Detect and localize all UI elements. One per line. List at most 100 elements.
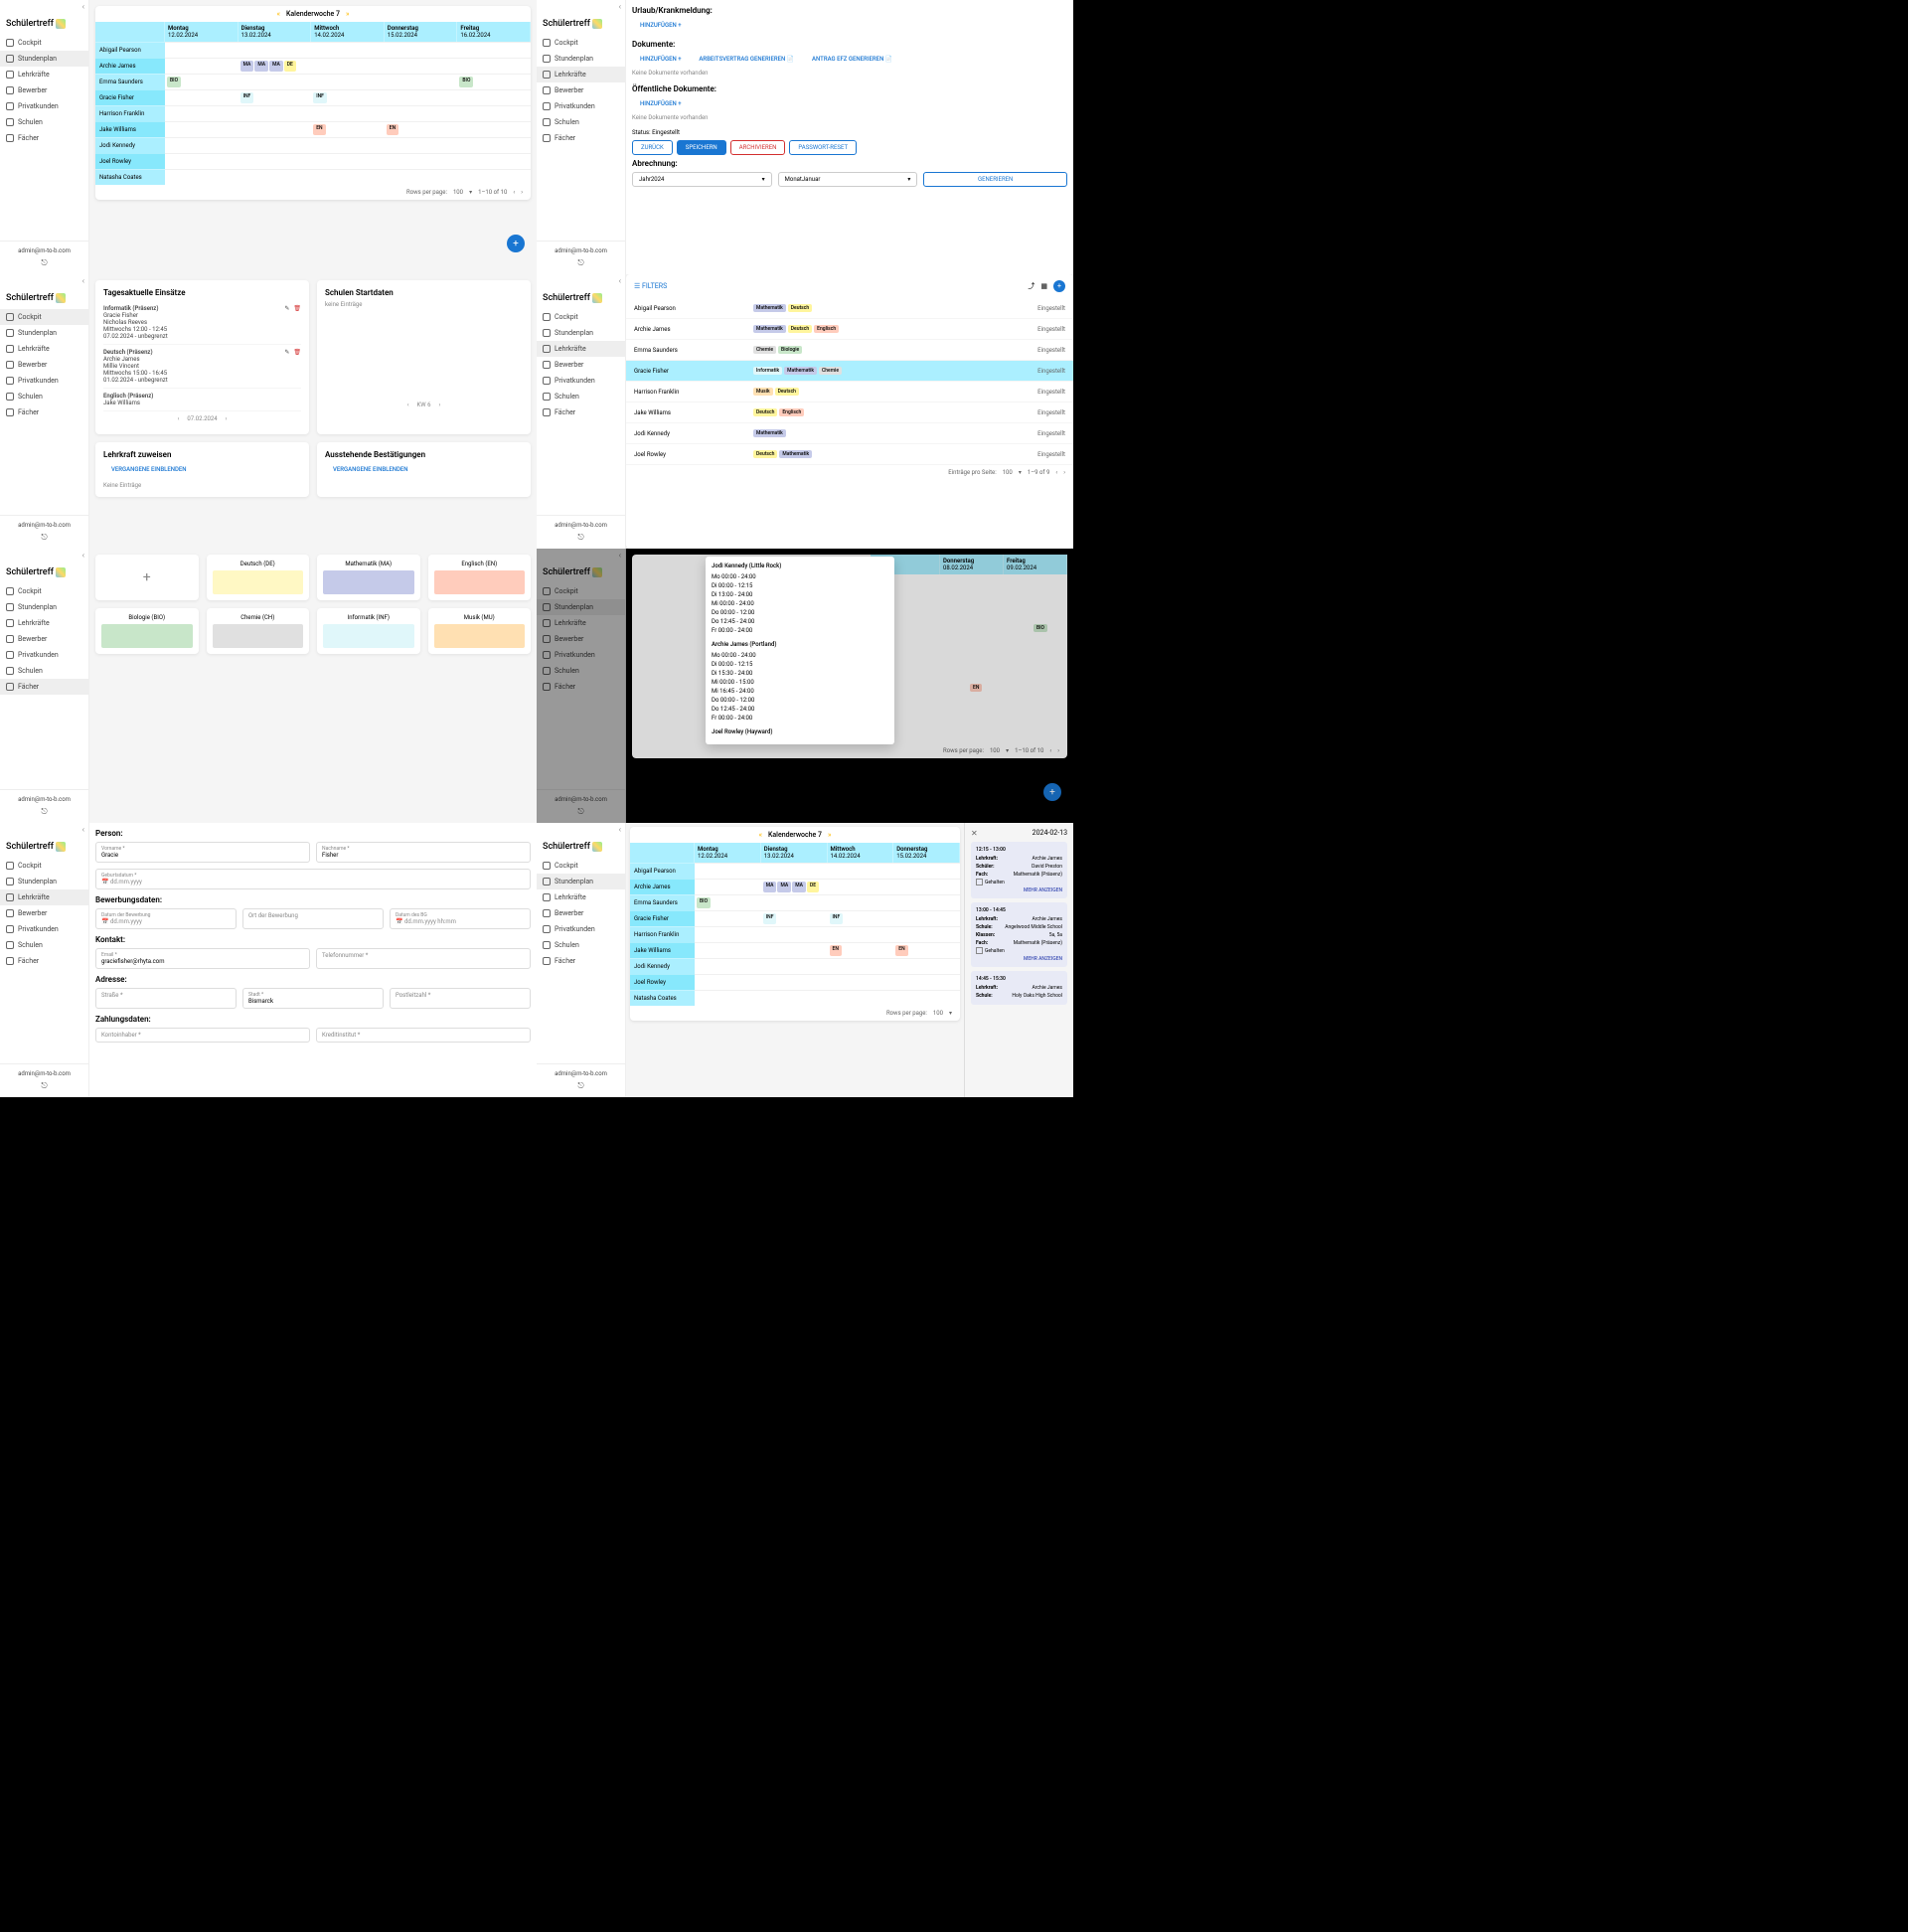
logout-icon[interactable]: ⎋ bbox=[6, 1081, 82, 1091]
teacher-row[interactable]: Harrison Franklin bbox=[95, 105, 165, 121]
sidebar-toggle-icon[interactable]: ‹ bbox=[0, 0, 88, 13]
columns-icon[interactable]: ▦ bbox=[1040, 282, 1047, 290]
nav-cockpit[interactable]: Cockpit bbox=[537, 35, 625, 51]
add-teacher-button[interactable]: + bbox=[1053, 280, 1065, 292]
birthdate-input[interactable]: Geburtsdatum *📅 dd.mm.yyyy bbox=[95, 869, 531, 889]
filters-button[interactable]: ☰ FILTERS bbox=[634, 282, 667, 290]
nav-lehrkraefte[interactable]: Lehrkräfte bbox=[537, 341, 625, 357]
prev-page-icon[interactable]: ‹ bbox=[513, 189, 515, 196]
nav-stundenplan[interactable]: Stundenplan bbox=[0, 874, 88, 889]
nav-lehrkraefte[interactable]: Lehrkräfte bbox=[537, 67, 625, 82]
delete-icon[interactable]: 🗑 bbox=[293, 305, 301, 312]
gen-efz-button[interactable]: ANTRAG EFZ GENERIEREN 📄 bbox=[804, 53, 900, 66]
nav-bewerber[interactable]: Bewerber bbox=[537, 357, 625, 373]
logout-icon[interactable]: ⎋ bbox=[543, 1081, 619, 1091]
close-panel-icon[interactable]: ✕ bbox=[971, 829, 978, 838]
nav-bewerber[interactable]: Bewerber bbox=[0, 905, 88, 921]
logout-icon[interactable]: ⎋ bbox=[6, 533, 82, 543]
save-button[interactable]: SPEICHERN bbox=[677, 140, 726, 155]
nav-cockpit[interactable]: Cockpit bbox=[0, 583, 88, 599]
subject-card[interactable]: Informatik (INF) bbox=[317, 608, 420, 654]
application-location-input[interactable]: Ort der Bewerbung bbox=[242, 908, 384, 929]
nav-lehrkraefte[interactable]: Lehrkräfte bbox=[0, 341, 88, 357]
nav-schulen[interactable]: Schulen bbox=[0, 937, 88, 953]
rows-per-page-select[interactable]: 100 bbox=[453, 189, 463, 196]
teacher-row[interactable]: Jodi Kennedy bbox=[95, 137, 165, 153]
nav-bewerber[interactable]: Bewerber bbox=[0, 82, 88, 98]
nav-faecher[interactable]: Fächer bbox=[0, 130, 88, 146]
nav-schulen[interactable]: Schulen bbox=[537, 389, 625, 404]
teacher-list-row[interactable]: Emma SaundersChemieBiologieEingestellt bbox=[626, 340, 1073, 361]
subject-card[interactable]: Biologie (BIO) bbox=[95, 608, 199, 654]
back-button[interactable]: ZURÜCK bbox=[632, 140, 673, 155]
gen-contract-button[interactable]: ARBEITSVERTRAG GENERIEREN 📄 bbox=[691, 53, 802, 66]
prev-week-icon[interactable]: « bbox=[277, 10, 280, 18]
teacher-row[interactable]: Gracie Fisher bbox=[95, 89, 165, 105]
add-vacation-button[interactable]: HINZUFÜGEN + bbox=[632, 19, 690, 32]
teacher-row[interactable]: Abigail Pearson bbox=[95, 42, 165, 58]
next-week-icon[interactable]: › bbox=[438, 402, 440, 408]
logout-icon[interactable]: ⎋ bbox=[543, 533, 619, 543]
city-input[interactable]: Stadt *Bismarck bbox=[242, 988, 384, 1009]
lastname-input[interactable]: Nachname *Fisher bbox=[316, 842, 531, 863]
add-fab[interactable]: + bbox=[507, 235, 525, 252]
nav-stundenplan[interactable]: Stundenplan bbox=[0, 51, 88, 67]
held-checkbox[interactable] bbox=[976, 947, 983, 954]
teacher-list-row[interactable]: Gracie FisherInformatikMathematikChemieE… bbox=[626, 361, 1073, 382]
sidebar-toggle-icon[interactable]: ‹ bbox=[0, 823, 88, 836]
teacher-list-row[interactable]: Jodi KennedyMathematikEingestellt bbox=[626, 423, 1073, 444]
logout-icon[interactable]: ⎋ bbox=[6, 258, 82, 268]
next-day-icon[interactable]: › bbox=[226, 415, 228, 422]
add-document-button[interactable]: HINZUFÜGEN + bbox=[632, 53, 690, 66]
export-icon[interactable]: ⤴ bbox=[1028, 281, 1034, 291]
nav-privatkunden[interactable]: Privatkunden bbox=[537, 98, 625, 114]
lesson-detail-card[interactable]: 14:45 - 15:30 Lehrkraft:Archie James Sch… bbox=[971, 971, 1067, 1005]
add-subject-card[interactable]: + bbox=[95, 555, 199, 600]
bg-date-input[interactable]: Datum des BG📅 dd.mm.yyyy hh:mm bbox=[390, 908, 531, 929]
nav-privatkunden[interactable]: Privatkunden bbox=[0, 647, 88, 663]
prev-day-icon[interactable]: ‹ bbox=[178, 415, 180, 422]
phone-input[interactable]: Telefonnummer * bbox=[316, 948, 531, 969]
entry-item[interactable]: Deutsch (Präsenz)Archie JamesMillie Vinc… bbox=[103, 345, 301, 389]
lesson-tag[interactable]: MA bbox=[240, 61, 254, 72]
teacher-row[interactable]: Archie James bbox=[95, 58, 165, 74]
nav-faecher[interactable]: Fächer bbox=[0, 953, 88, 969]
nav-stundenplan[interactable]: Stundenplan bbox=[537, 874, 625, 889]
subject-card[interactable]: Musik (MU) bbox=[428, 608, 532, 654]
nav-stundenplan[interactable]: Stundenplan bbox=[537, 51, 625, 67]
application-date-input[interactable]: Datum der Bewerbung📅 dd.mm.yyyy bbox=[95, 908, 237, 929]
postcode-input[interactable]: Postleitzahl * bbox=[390, 988, 531, 1009]
nav-lehrkraefte[interactable]: Lehrkräfte bbox=[537, 889, 625, 905]
teacher-row[interactable]: Emma Saunders bbox=[95, 74, 165, 89]
edit-icon[interactable]: ✎ bbox=[284, 349, 289, 356]
firstname-input[interactable]: Vorname *Gracie bbox=[95, 842, 310, 863]
subject-card[interactable]: Chemie (CH) bbox=[207, 608, 310, 654]
add-public-doc-button[interactable]: HINZUFÜGEN + bbox=[632, 97, 690, 110]
nav-lehrkraefte[interactable]: Lehrkräfte bbox=[0, 615, 88, 631]
sidebar-toggle-icon[interactable]: ‹ bbox=[537, 823, 625, 836]
teacher-list-row[interactable]: Joel RowleyDeutschMathematikEingestellt bbox=[626, 444, 1073, 465]
show-past-button[interactable]: VERGANGENE EINBLENDEN bbox=[103, 463, 195, 476]
next-page-icon[interactable]: › bbox=[1063, 469, 1065, 476]
nav-schulen[interactable]: Schulen bbox=[537, 937, 625, 953]
password-reset-button[interactable]: PASSWORT-RESET bbox=[789, 140, 857, 155]
nav-privatkunden[interactable]: Privatkunden bbox=[0, 921, 88, 937]
nav-schulen[interactable]: Schulen bbox=[537, 114, 625, 130]
nav-lehrkraefte[interactable]: Lehrkräfte bbox=[0, 889, 88, 905]
nav-lehrkraefte[interactable]: Lehrkräfte bbox=[0, 67, 88, 82]
nav-cockpit[interactable]: Cockpit bbox=[537, 858, 625, 874]
nav-bewerber[interactable]: Bewerber bbox=[537, 905, 625, 921]
logout-icon[interactable]: ⎋ bbox=[6, 807, 82, 817]
lesson-detail-card[interactable]: 12:15 - 13:00 Lehrkraft:Archie James Sch… bbox=[971, 842, 1067, 898]
street-input[interactable]: Straße * bbox=[95, 988, 237, 1009]
teacher-row[interactable]: Joel Rowley bbox=[95, 153, 165, 169]
logout-icon[interactable]: ⎋ bbox=[543, 258, 619, 268]
nav-privatkunden[interactable]: Privatkunden bbox=[537, 921, 625, 937]
rows-per-page-select[interactable]: 100 bbox=[1003, 469, 1013, 476]
generate-button[interactable]: GENERIEREN bbox=[923, 172, 1067, 187]
nav-stundenplan[interactable]: Stundenplan bbox=[537, 325, 625, 341]
show-more-button[interactable]: MEHR ANZEIGEN bbox=[976, 956, 1062, 962]
delete-icon[interactable]: 🗑 bbox=[293, 349, 301, 356]
bank-input[interactable]: Kreditinstitut * bbox=[316, 1028, 531, 1043]
account-holder-input[interactable]: Kontoinhaber * bbox=[95, 1028, 310, 1043]
